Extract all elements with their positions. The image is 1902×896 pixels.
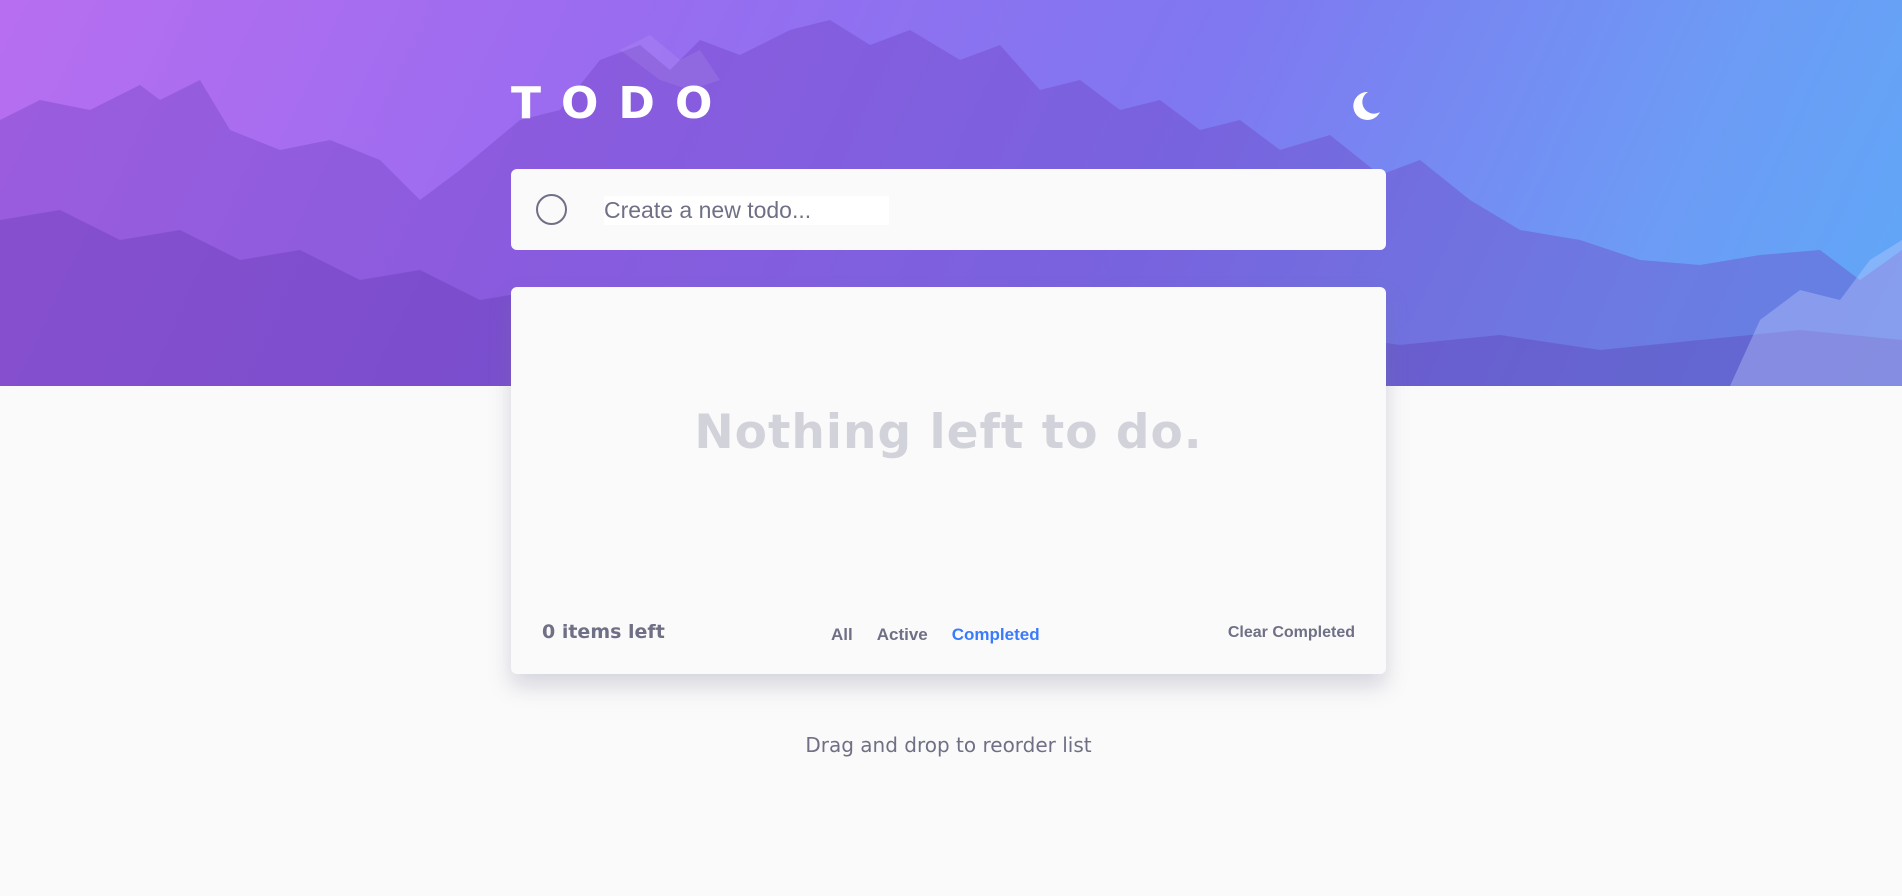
new-todo-check-circle[interactable] xyxy=(536,194,567,225)
list-footer: 0 items left All Active Completed Clear … xyxy=(511,613,1386,653)
todo-list-card: Nothing left to do. 0 items left All Act… xyxy=(511,287,1386,674)
filter-completed[interactable]: Completed xyxy=(952,625,1040,645)
filter-all[interactable]: All xyxy=(831,625,853,645)
filter-group: All Active Completed xyxy=(831,625,1064,645)
app-title: TODO xyxy=(511,78,733,129)
clear-completed-button[interactable]: Clear Completed xyxy=(1228,624,1355,642)
app-header: TODO xyxy=(511,76,1386,132)
items-left-count: 0 items left xyxy=(542,621,665,643)
empty-list-message: Nothing left to do. xyxy=(694,405,1203,460)
moon-icon xyxy=(1353,91,1380,120)
new-todo-input[interactable] xyxy=(604,196,889,225)
new-todo-row xyxy=(511,169,1386,250)
theme-toggle-button[interactable] xyxy=(1346,86,1386,126)
drag-hint: Drag and drop to reorder list xyxy=(805,733,1092,757)
filter-active[interactable]: Active xyxy=(877,625,928,645)
